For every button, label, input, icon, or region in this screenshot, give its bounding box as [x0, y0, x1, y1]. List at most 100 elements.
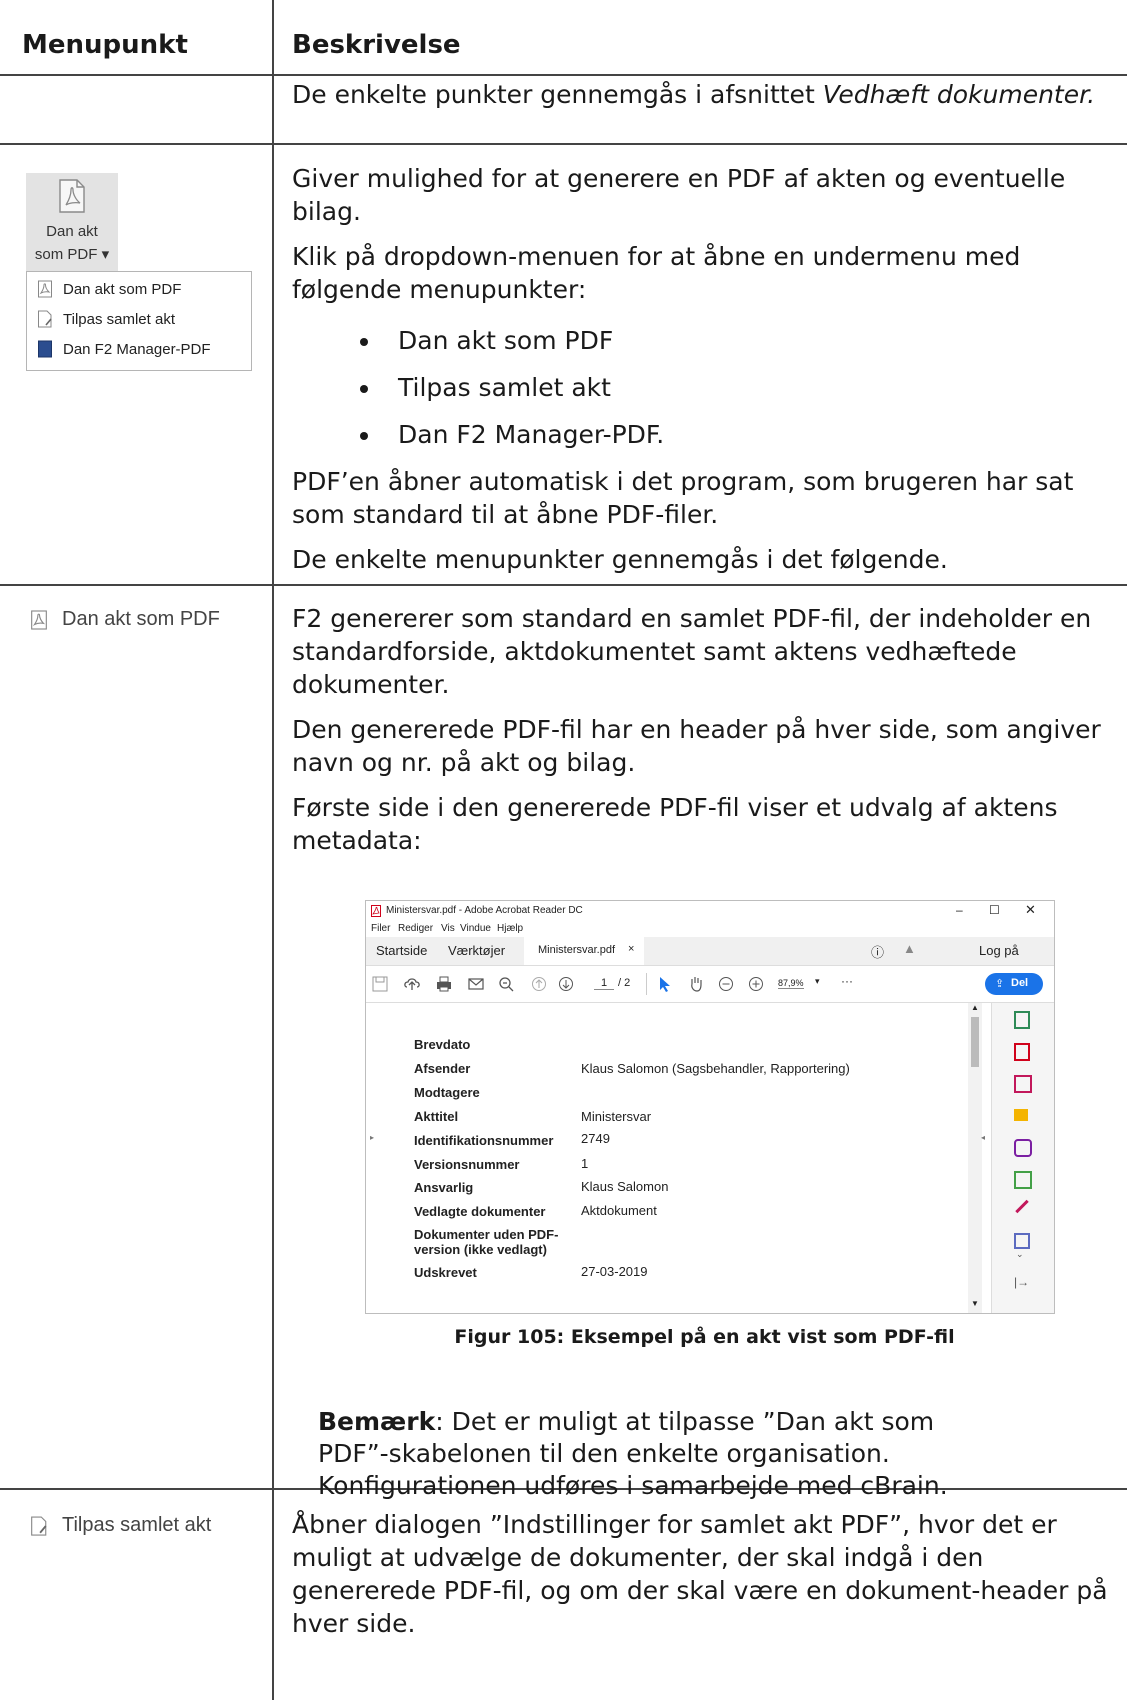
hand-tool-icon[interactable] [688, 975, 704, 993]
menu-item-dan-f2-manager-pdf[interactable]: Dan F2 Manager-PDF [37, 338, 211, 360]
document-edit-icon [38, 310, 52, 328]
zoom-search-icon[interactable] [498, 976, 514, 992]
menu-vis[interactable]: Vis [441, 923, 455, 934]
expand-pane-icon[interactable]: |→ [1014, 1275, 1029, 1289]
list-item: Tilpas samlet akt [382, 371, 1117, 404]
note-text: Konfigurationen udføres i samarbejde med… [318, 1471, 948, 1500]
page-up-icon[interactable] [531, 976, 547, 992]
close-icon[interactable]: ✕ [1025, 902, 1036, 918]
field-label: Versionsnummer [414, 1157, 520, 1172]
zoom-select[interactable]: 87,9% [778, 978, 804, 989]
page-total: / 2 [618, 977, 631, 989]
list-item: Dan F2 Manager-PDF. [382, 418, 1117, 451]
page-number-input[interactable]: 1 [594, 977, 614, 990]
share-button[interactable]: ⇪ Del [985, 973, 1043, 995]
organize-pages-icon[interactable] [1014, 1075, 1032, 1093]
document-page: ▸ Brevdato Afsender Klaus Salomon (Sagsb… [366, 1003, 991, 1313]
minimize-icon[interactable]: – [956, 903, 963, 917]
field-value: Aktdokument [581, 1203, 657, 1218]
pdf-file-icon [38, 280, 52, 298]
row4-description: Åbner dialogen ”Indstillinger for samlet… [292, 1508, 1117, 1640]
acrobat-icon [371, 905, 381, 917]
menu-item-dan-akt-som-pdf[interactable]: Dan akt som PDF [37, 278, 181, 300]
tab-startside[interactable]: Startside [376, 943, 427, 958]
chevron-down-icon[interactable]: ⌄ [1016, 1249, 1024, 1260]
toolbar: 1 / 2 87,9% ▾ ··· ⇪ Del [366, 966, 1054, 1003]
toolbar-divider [646, 973, 647, 995]
note-text: PDF”-skabelonen til den enkelte organisa… [318, 1439, 890, 1468]
row2-paragraph: Klik på dropdown-menuen for at åbne en u… [292, 242, 1021, 304]
menu-filer[interactable]: Filer [371, 923, 390, 934]
create-pdf-icon[interactable] [1014, 1043, 1030, 1061]
menu-bar: Filer Rediger Vis Vindue Hjælp [366, 921, 1054, 937]
chevron-down-icon[interactable]: ▾ [815, 976, 820, 987]
button-label: Dan akt [46, 223, 98, 240]
menu-label-dan-akt-som-pdf: Dan akt som PDF [30, 608, 220, 631]
dan-akt-som-pdf-button[interactable]: Dan akt som PDF ▾ [26, 173, 118, 271]
field-value: 27-03-2019 [581, 1264, 648, 1279]
document-edit-icon [31, 1515, 47, 1536]
field-label: version (ikke vedlagt) [414, 1242, 547, 1257]
menu-rediger[interactable]: Rediger [398, 923, 433, 934]
select-cursor-icon[interactable] [658, 976, 672, 992]
button-label: som PDF ▾ [34, 246, 110, 263]
field-value: Klaus Salomon (Sagsbehandler, Rapporteri… [581, 1061, 850, 1076]
header-rule [0, 74, 1127, 76]
pdf-file-icon [59, 179, 85, 213]
scroll-up-icon[interactable]: ▲ [971, 1003, 979, 1012]
combine-files-icon[interactable] [1014, 1139, 1032, 1157]
column-divider [272, 0, 274, 1700]
window-titlebar: Ministersvar.pdf - Adobe Acrobat Reader … [366, 901, 1054, 921]
row2-paragraph: De enkelte menupunkter gennemgås i det f… [292, 545, 948, 574]
login-link[interactable]: Log på [979, 943, 1019, 958]
maximize-icon[interactable]: ☐ [989, 903, 1000, 917]
zoom-in-icon[interactable] [748, 976, 764, 992]
row3-paragraph: Den genererede PDF-fil har en header på … [292, 715, 1101, 777]
row3-paragraph: Første side i den genererede PDF-fil vis… [292, 793, 1058, 855]
row1-text: De enkelte punkter gennemgås i afsnittet [292, 80, 823, 109]
row2-paragraph: Giver mulighed for at generere en PDF af… [292, 164, 1066, 226]
menu-item-tilpas-samlet-akt[interactable]: Tilpas samlet akt [37, 308, 175, 330]
row2-paragraph: PDF’en åbner automatisk i det program, s… [292, 467, 1074, 529]
zoom-out-icon[interactable] [718, 976, 734, 992]
row2-description: Giver mulighed for at generere en PDF af… [292, 162, 1117, 576]
menu-hjaelp[interactable]: Hjælp [497, 923, 523, 934]
row3-description: F2 genererer som standard en samlet PDF-… [292, 602, 1117, 857]
edit-pdf-icon[interactable] [1014, 1171, 1032, 1189]
scrollbar[interactable]: ▲ ▼ [968, 1003, 982, 1313]
field-label: Dokumenter uden PDF- [414, 1227, 559, 1242]
help-icon[interactable]: ⓘ [871, 942, 884, 961]
scrollbar-thumb[interactable] [971, 1017, 979, 1067]
cloud-upload-icon[interactable] [404, 976, 420, 992]
chevron-down-icon[interactable]: ▾ [102, 246, 110, 263]
share-icon: ⇪ [995, 978, 1005, 990]
note-box: Bemærk: Det er muligt at tilpasse ”Dan a… [318, 1406, 1098, 1502]
window-title: Ministersvar.pdf - Adobe Acrobat Reader … [386, 905, 583, 916]
row-divider [0, 584, 1127, 586]
scroll-down-icon[interactable]: ▼ [971, 1299, 979, 1308]
export-pdf-icon[interactable] [1014, 1011, 1030, 1029]
page-down-icon[interactable] [558, 976, 574, 992]
list-item: Dan akt som PDF [382, 324, 1117, 357]
field-value: 1 [581, 1156, 589, 1171]
more-icon[interactable]: ··· [841, 974, 853, 988]
field-label: Akttitel [414, 1109, 459, 1124]
tab-bar: Startside Værktøjer Ministersvar.pdf × ⓘ… [366, 937, 1054, 966]
comment-icon[interactable] [1014, 1109, 1028, 1121]
fill-sign-icon[interactable] [1015, 1199, 1029, 1214]
tab-document[interactable]: Ministersvar.pdf × [524, 937, 644, 965]
left-panel-toggle-icon[interactable]: ▸ [370, 1133, 374, 1142]
tab-vaerktoejer[interactable]: Værktøjer [448, 943, 505, 958]
note-label: Bemærk [318, 1407, 436, 1436]
tab-close-icon[interactable]: × [628, 943, 634, 955]
protect-icon[interactable] [1014, 1233, 1030, 1249]
print-icon[interactable] [436, 976, 452, 992]
row3-paragraph: F2 genererer som standard en samlet PDF-… [292, 604, 1092, 699]
save-icon[interactable] [372, 976, 388, 992]
bell-icon[interactable]: ▲ [903, 941, 916, 956]
menu-label-tilpas-samlet-akt: Tilpas samlet akt [30, 1514, 211, 1537]
mail-icon[interactable] [468, 976, 484, 992]
menu-vindue[interactable]: Vindue [460, 923, 491, 934]
collapse-pane-icon[interactable]: ◂ [981, 1133, 985, 1142]
field-value: 2749 [581, 1131, 610, 1146]
